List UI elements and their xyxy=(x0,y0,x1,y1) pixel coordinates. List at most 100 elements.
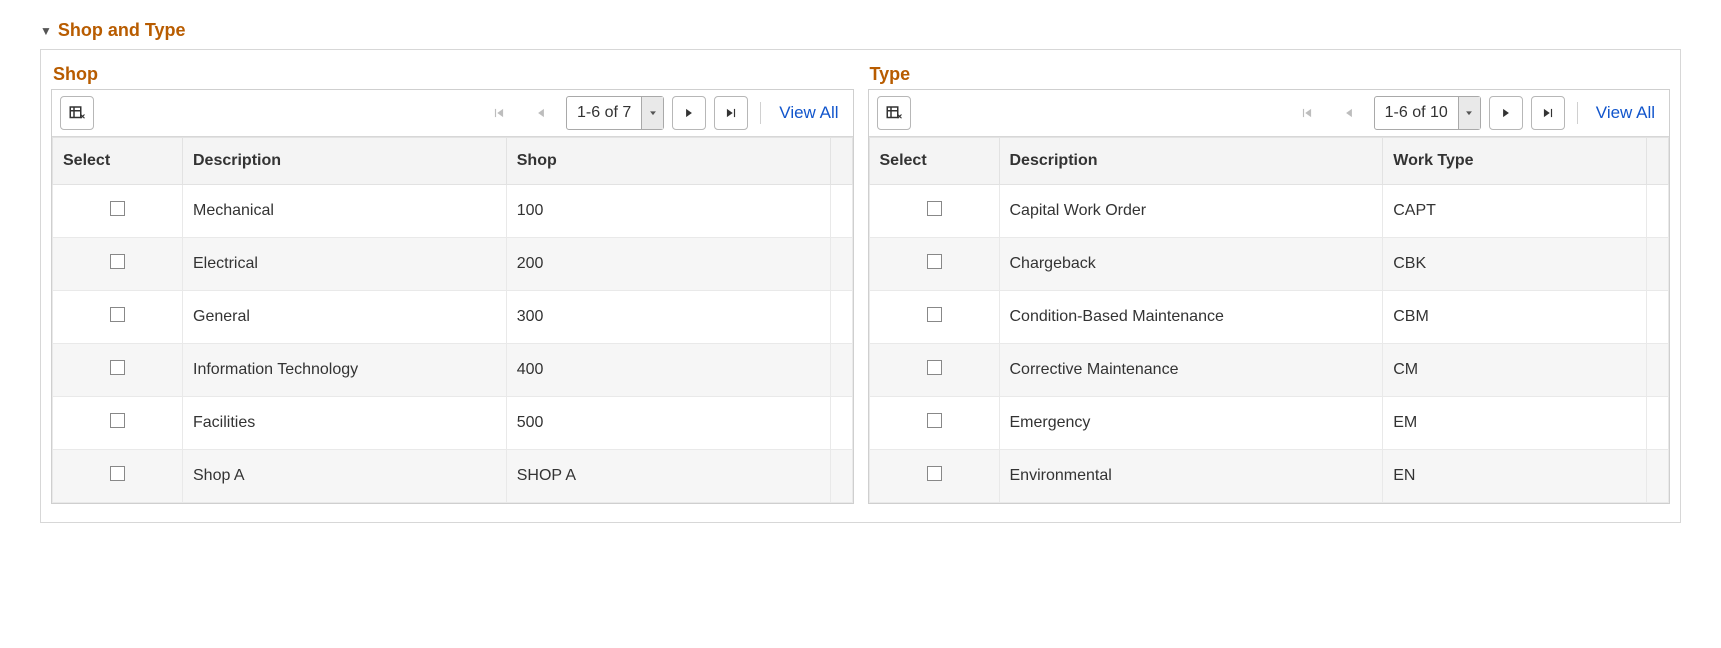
grid-settings-button[interactable] xyxy=(60,96,94,130)
code-cell: CM xyxy=(1383,344,1647,397)
first-page-button xyxy=(482,96,516,130)
checkbox[interactable] xyxy=(927,466,942,481)
tail-cell xyxy=(1647,291,1669,344)
code-cell: 200 xyxy=(506,238,830,291)
code-cell: CBK xyxy=(1383,238,1647,291)
table-row: General300 xyxy=(53,291,853,344)
next-page-button[interactable] xyxy=(1489,96,1523,130)
grid-settings-button[interactable] xyxy=(877,96,911,130)
section-title: Shop and Type xyxy=(58,20,186,41)
last-page-button[interactable] xyxy=(1531,96,1565,130)
checkbox[interactable] xyxy=(110,254,125,269)
checkbox[interactable] xyxy=(110,360,125,375)
description-cell: Mechanical xyxy=(183,185,507,238)
checkbox[interactable] xyxy=(110,201,125,216)
code-cell: 300 xyxy=(506,291,830,344)
type-toolbar: 1-6 of 10 View All xyxy=(869,90,1670,137)
code-cell: EN xyxy=(1383,450,1647,503)
description-cell: Facilities xyxy=(183,397,507,450)
col-header-work-type: Work Type xyxy=(1383,138,1647,185)
description-cell: Shop A xyxy=(183,450,507,503)
shop-and-type-panel: Shop 1-6 of 7 xyxy=(40,49,1681,523)
view-all-link[interactable]: View All xyxy=(1596,103,1655,123)
table-row: EmergencyEM xyxy=(869,397,1669,450)
description-cell: Information Technology xyxy=(183,344,507,397)
description-cell: Emergency xyxy=(999,397,1383,450)
row-range-text: 1-6 of 7 xyxy=(567,104,641,122)
section-toggle[interactable]: ▼ Shop and Type xyxy=(40,20,1681,41)
table-row: Electrical200 xyxy=(53,238,853,291)
divider xyxy=(760,102,761,124)
code-cell: EM xyxy=(1383,397,1647,450)
checkbox[interactable] xyxy=(927,307,942,322)
description-cell: Corrective Maintenance xyxy=(999,344,1383,397)
select-cell xyxy=(53,397,183,450)
shop-toolbar: 1-6 of 7 View All xyxy=(52,90,853,137)
chevron-down-icon[interactable] xyxy=(641,97,663,129)
tail-cell xyxy=(830,238,852,291)
col-header-tail xyxy=(1647,138,1669,185)
row-range-selector[interactable]: 1-6 of 7 xyxy=(566,96,664,130)
prev-page-button xyxy=(1332,96,1366,130)
chevron-down-icon[interactable] xyxy=(1458,97,1480,129)
type-grid: 1-6 of 10 View All xyxy=(868,89,1671,504)
first-page-button xyxy=(1290,96,1324,130)
view-all-link[interactable]: View All xyxy=(779,103,838,123)
select-cell xyxy=(53,291,183,344)
tail-cell xyxy=(830,450,852,503)
code-cell: SHOP A xyxy=(506,450,830,503)
description-cell: Electrical xyxy=(183,238,507,291)
checkbox[interactable] xyxy=(927,254,942,269)
select-cell xyxy=(53,344,183,397)
code-cell: 100 xyxy=(506,185,830,238)
description-cell: Chargeback xyxy=(999,238,1383,291)
table-row: Capital Work OrderCAPT xyxy=(869,185,1669,238)
table-row: Mechanical100 xyxy=(53,185,853,238)
tail-cell xyxy=(830,185,852,238)
table-row: Shop ASHOP A xyxy=(53,450,853,503)
checkbox[interactable] xyxy=(927,360,942,375)
select-cell xyxy=(869,185,999,238)
last-page-button[interactable] xyxy=(714,96,748,130)
select-cell xyxy=(53,238,183,291)
code-cell: CAPT xyxy=(1383,185,1647,238)
tail-cell xyxy=(1647,450,1669,503)
type-grid-title: Type xyxy=(870,64,1671,85)
row-range-selector[interactable]: 1-6 of 10 xyxy=(1374,96,1481,130)
checkbox[interactable] xyxy=(110,413,125,428)
tail-cell xyxy=(830,291,852,344)
tail-cell xyxy=(830,397,852,450)
checkbox[interactable] xyxy=(927,413,942,428)
select-cell xyxy=(869,291,999,344)
description-cell: General xyxy=(183,291,507,344)
table-row: Corrective MaintenanceCM xyxy=(869,344,1669,397)
col-header-select: Select xyxy=(869,138,999,185)
select-cell xyxy=(53,185,183,238)
table-row: Information Technology400 xyxy=(53,344,853,397)
col-header-description: Description xyxy=(999,138,1383,185)
shop-grid: 1-6 of 7 View All xyxy=(51,89,854,504)
tail-cell xyxy=(1647,397,1669,450)
table-row: EnvironmentalEN xyxy=(869,450,1669,503)
checkbox[interactable] xyxy=(110,307,125,322)
checkbox[interactable] xyxy=(110,466,125,481)
table-row: Condition-Based MaintenanceCBM xyxy=(869,291,1669,344)
col-header-shop: Shop xyxy=(506,138,830,185)
next-page-button[interactable] xyxy=(672,96,706,130)
row-range-text: 1-6 of 10 xyxy=(1375,104,1458,122)
select-cell xyxy=(869,450,999,503)
tail-cell xyxy=(1647,344,1669,397)
table-row: ChargebackCBK xyxy=(869,238,1669,291)
checkbox[interactable] xyxy=(927,201,942,216)
col-header-tail xyxy=(830,138,852,185)
chevron-down-icon: ▼ xyxy=(40,24,52,38)
select-cell xyxy=(869,344,999,397)
divider xyxy=(1577,102,1578,124)
tail-cell xyxy=(1647,238,1669,291)
shop-grid-title: Shop xyxy=(53,64,854,85)
description-cell: Condition-Based Maintenance xyxy=(999,291,1383,344)
shop-table: Select Description Shop Mechanical100Ele… xyxy=(52,137,853,503)
type-table: Select Description Work Type Capital Wor… xyxy=(869,137,1670,503)
tail-cell xyxy=(830,344,852,397)
code-cell: CBM xyxy=(1383,291,1647,344)
